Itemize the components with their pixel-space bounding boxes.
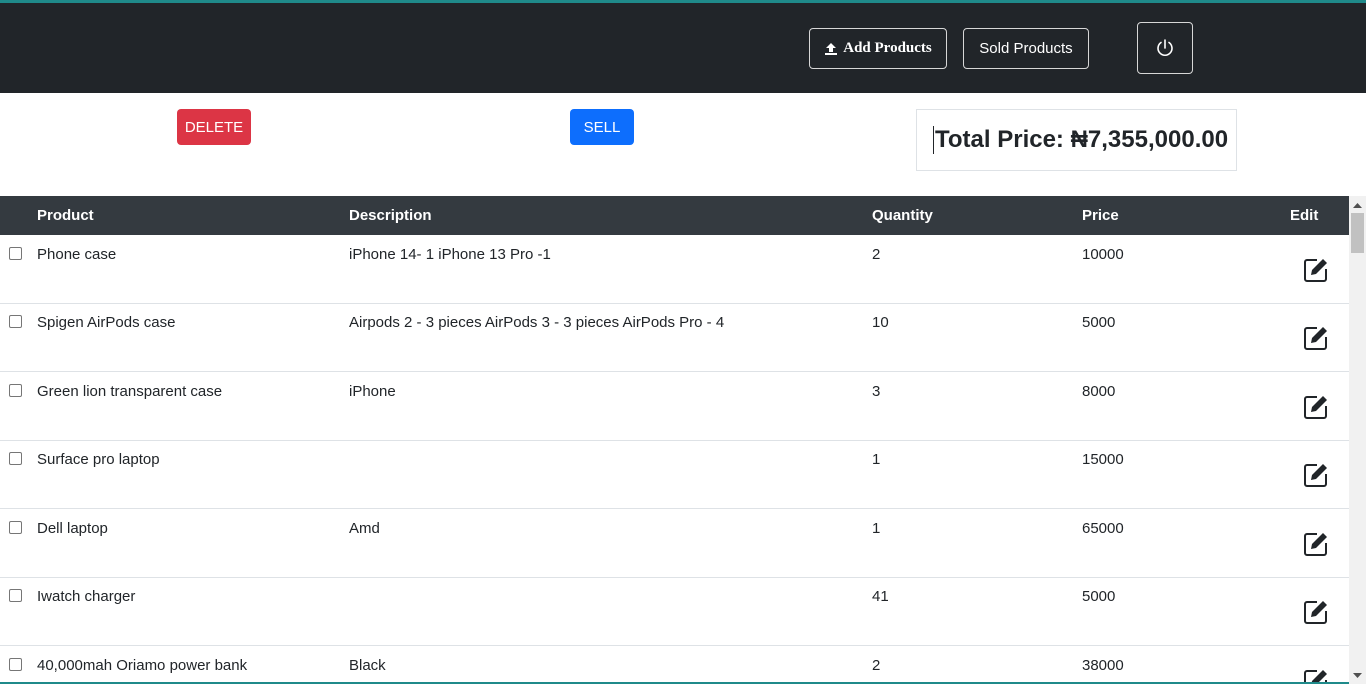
scroll-down-arrow-icon[interactable]: [1349, 667, 1366, 684]
cell-description: iPhone 14- 1 iPhone 13 Pro -1: [349, 246, 551, 263]
header-description: Description: [349, 207, 432, 224]
cell-price: 5000: [1082, 314, 1116, 331]
cell-product: 40,000mah Oriamo power bank: [37, 657, 248, 674]
products-table: Product Description Quantity Price Edit …: [0, 196, 1349, 684]
cell-quantity: 10: [872, 314, 889, 331]
cell-product: Iwatch charger: [37, 588, 136, 605]
sell-button[interactable]: SELL: [570, 109, 634, 145]
cell-quantity: 1: [872, 520, 881, 537]
table-row: Dell laptop Amd 1 65000: [0, 509, 1349, 578]
cell-product: Dell laptop: [37, 520, 108, 537]
cell-quantity: 2: [872, 657, 881, 674]
edit-icon[interactable]: [1303, 257, 1329, 283]
row-checkbox[interactable]: [9, 521, 22, 534]
cell-quantity: 3: [872, 383, 881, 400]
cell-price: 38000: [1082, 657, 1124, 674]
delete-button[interactable]: DELETE: [177, 109, 251, 145]
row-checkbox[interactable]: [9, 658, 22, 671]
header-edit: Edit: [1290, 207, 1319, 224]
cell-price: 8000: [1082, 383, 1116, 400]
add-products-button[interactable]: Add Products: [809, 28, 947, 69]
scroll-up-arrow-icon[interactable]: [1349, 196, 1366, 213]
header-price: Price: [1082, 207, 1119, 224]
table-row: Surface pro laptop 1 15000: [0, 440, 1349, 509]
cell-description: Black: [349, 657, 386, 674]
row-checkbox[interactable]: [9, 315, 22, 328]
vertical-scrollbar[interactable]: [1349, 196, 1366, 684]
scrollbar-thumb[interactable]: [1351, 213, 1364, 253]
edit-icon[interactable]: [1303, 599, 1329, 625]
edit-icon[interactable]: [1303, 325, 1329, 351]
cell-price: 5000: [1082, 588, 1116, 605]
cell-product: Green lion transparent case: [37, 383, 223, 400]
navbar: Add Products Sold Products: [0, 3, 1366, 93]
table-row: Green lion transparent case iPhone 3 800…: [0, 372, 1349, 441]
edit-icon[interactable]: [1303, 394, 1329, 420]
upload-icon: [825, 42, 838, 55]
cell-price: 15000: [1082, 451, 1124, 468]
cell-description: Airpods 2 - 3 pieces AirPods 3 - 3 piece…: [349, 314, 725, 331]
header-product: Product: [37, 207, 94, 224]
total-price-field[interactable]: Total Price: ₦7,355,000.00: [916, 109, 1237, 171]
cell-description: iPhone: [349, 383, 396, 400]
row-checkbox[interactable]: [9, 384, 22, 397]
cell-quantity: 2: [872, 246, 881, 263]
table-row: 40,000mah Oriamo power bank Black 2 3800…: [0, 646, 1349, 684]
cell-product: Spigen AirPods case: [37, 314, 176, 331]
cell-quantity: 1: [872, 451, 881, 468]
cell-product: Phone case: [37, 246, 117, 263]
table-header: Product Description Quantity Price Edit: [0, 196, 1349, 235]
edit-icon[interactable]: [1303, 462, 1329, 488]
text-caret: [933, 126, 934, 154]
cell-product: Surface pro laptop: [37, 451, 160, 468]
add-products-label: Add Products: [843, 40, 932, 56]
row-checkbox[interactable]: [9, 589, 22, 602]
table-row: Iwatch charger 41 5000: [0, 577, 1349, 646]
cell-price: 65000: [1082, 520, 1124, 537]
total-price-text: Total Price: ₦7,355,000.00: [935, 126, 1229, 153]
row-checkbox[interactable]: [9, 452, 22, 465]
cell-quantity: 41: [872, 588, 889, 605]
cell-price: 10000: [1082, 246, 1124, 263]
cell-description: Amd: [349, 520, 380, 537]
logout-button[interactable]: [1137, 22, 1193, 74]
table-row: Phone case iPhone 14- 1 iPhone 13 Pro -1…: [0, 235, 1349, 304]
edit-icon[interactable]: [1303, 531, 1329, 557]
header-quantity: Quantity: [872, 207, 933, 224]
power-icon: [1157, 39, 1173, 56]
row-checkbox[interactable]: [9, 247, 22, 260]
table-row: Spigen AirPods case Airpods 2 - 3 pieces…: [0, 303, 1349, 372]
sold-products-label: Sold Products: [979, 40, 1073, 57]
sold-products-button[interactable]: Sold Products: [963, 28, 1089, 69]
